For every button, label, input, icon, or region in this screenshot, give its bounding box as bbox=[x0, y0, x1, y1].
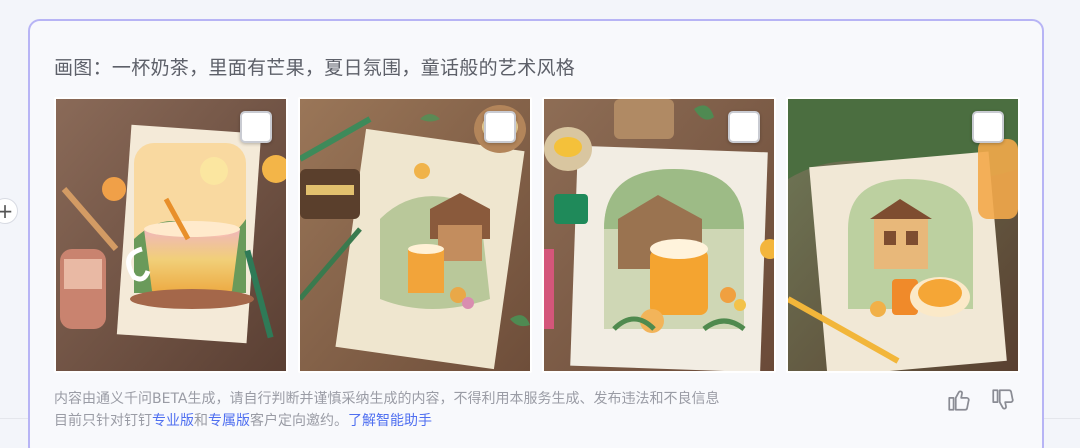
prompt-text: 画图：一杯奶茶，里面有芒果，夏日氛围，童话般的艺术风格 bbox=[54, 57, 576, 79]
learn-assistant-link[interactable]: 了解智能助手 bbox=[348, 413, 432, 429]
select-checkbox[interactable] bbox=[728, 111, 760, 143]
thumbs-up-icon bbox=[948, 390, 970, 411]
generated-image-3[interactable] bbox=[542, 97, 776, 373]
generated-image-1[interactable] bbox=[54, 97, 288, 373]
disclaimer-line-1: 内容由通义千问BETA生成，请自行判断并谨慎采纳生成的内容，不得利用本服务生成、… bbox=[54, 391, 720, 407]
like-button[interactable] bbox=[946, 387, 972, 413]
response-card: 画图：一杯奶茶，里面有芒果，夏日氛围，童话般的艺术风格 内容由通义千问BETA生… bbox=[28, 19, 1044, 448]
disclaimer-prefix: 目前只针对钉钉 bbox=[54, 413, 152, 429]
generated-image-2[interactable] bbox=[298, 97, 532, 373]
select-checkbox[interactable] bbox=[484, 111, 516, 143]
image-gallery bbox=[54, 97, 1020, 373]
disclaimer: 内容由通义千问BETA生成，请自行判断并谨慎采纳生成的内容，不得利用本服务生成、… bbox=[54, 388, 720, 432]
disclaimer-suffix: 客户定向邀约。 bbox=[250, 413, 348, 429]
exclusive-edition-link[interactable]: 专属版 bbox=[208, 413, 250, 429]
disclaimer-line-2: 目前只针对钉钉专业版和专属版客户定向邀约。了解智能助手 bbox=[54, 410, 720, 432]
add-button[interactable]: + bbox=[0, 198, 18, 224]
select-checkbox[interactable] bbox=[972, 111, 1004, 143]
plus-icon: + bbox=[0, 199, 14, 223]
dislike-button[interactable] bbox=[990, 387, 1016, 413]
select-checkbox[interactable] bbox=[240, 111, 272, 143]
disclaimer-and: 和 bbox=[194, 413, 208, 429]
thumbs-down-icon bbox=[992, 389, 1014, 410]
generated-image-4[interactable] bbox=[786, 97, 1020, 373]
pro-edition-link[interactable]: 专业版 bbox=[152, 413, 194, 429]
